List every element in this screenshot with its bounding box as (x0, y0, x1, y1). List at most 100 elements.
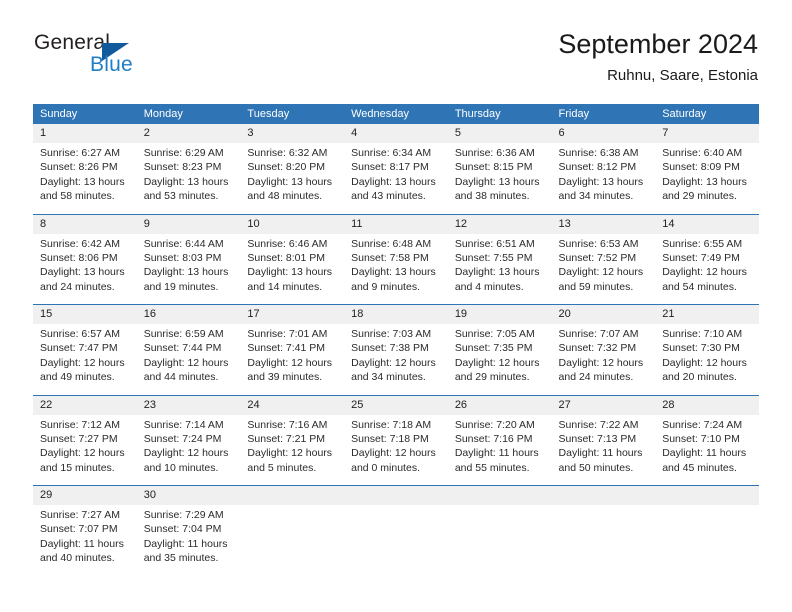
sunrise-text: Sunrise: 6:57 AM (40, 328, 120, 340)
day-cell-info[interactable]: Sunrise: 7:24 AM Sunset: 7:10 PM Dayligh… (655, 414, 759, 486)
day-cell-info[interactable]: Sunrise: 6:32 AM Sunset: 8:20 PM Dayligh… (240, 143, 345, 214)
day-cell-info[interactable]: Sunrise: 7:16 AM Sunset: 7:21 PM Dayligh… (240, 414, 345, 486)
day-cell-number[interactable]: 23 (136, 394, 241, 415)
daylight-text-line2: and 20 minutes. (662, 371, 737, 384)
day-number: 18 (351, 308, 364, 320)
daylight-text-line1: Daylight: 12 hours (558, 266, 644, 279)
calendar-page: General Blue September 2024 Ruhnu, Saare… (0, 0, 792, 612)
day-cell-number[interactable]: 10 (240, 213, 345, 234)
day-cell-info[interactable]: Sunrise: 6:27 AM Sunset: 8:26 PM Dayligh… (33, 143, 137, 214)
daylight-text-line2: and 19 minutes. (143, 280, 219, 293)
day-cell-info[interactable]: Sunrise: 6:42 AM Sunset: 8:06 PM Dayligh… (33, 233, 137, 305)
day-cell-number[interactable]: 24 (240, 394, 345, 415)
day-cell-number[interactable]: 13 (551, 213, 656, 234)
sunrise-text: Sunrise: 6:46 AM (247, 237, 328, 250)
sunset-text: Sunset: 7:24 PM (143, 432, 222, 445)
daylight-text-line2: and 5 minutes. (247, 461, 317, 474)
day-cell-number[interactable]: 1 (33, 124, 137, 143)
day-cell-number[interactable]: 12 (447, 213, 552, 234)
day-cell-info[interactable]: Sunrise: 6:34 AM Sunset: 8:17 PM Dayligh… (344, 143, 448, 214)
day-cell-info[interactable]: Sunrise: 7:12 AM Sunset: 7:27 PM Dayligh… (33, 414, 137, 486)
day-cell-info[interactable]: Sunrise: 7:29 AM Sunset: 7:04 PM Dayligh… (136, 505, 241, 576)
day-cell-info[interactable]: Sunrise: 6:46 AM Sunset: 8:01 PM Dayligh… (240, 233, 345, 305)
weekday-header-row: Sunday Monday Tuesday Wednesday Thursday… (33, 104, 759, 124)
day-cell-info[interactable]: Sunrise: 7:22 AM Sunset: 7:13 PM Dayligh… (551, 414, 656, 486)
day-number: 13 (558, 217, 571, 230)
day-cell-number[interactable]: 27 (551, 394, 656, 415)
day-cell-info[interactable]: Sunrise: 6:44 AM Sunset: 8:03 PM Dayligh… (136, 233, 241, 305)
day-cell-number[interactable]: 11 (344, 213, 448, 234)
day-cell-info[interactable]: Sunrise: 7:01 AM Sunset: 7:41 PM Dayligh… (240, 324, 345, 395)
day-cell-info[interactable]: Sunrise: 6:53 AM Sunset: 7:52 PM Dayligh… (551, 233, 656, 305)
day-cell-info[interactable]: Sunrise: 7:27 AM Sunset: 7:07 PM Dayligh… (33, 505, 137, 576)
day-cell-number[interactable]: 8 (33, 213, 137, 234)
day-cell-info[interactable]: Sunrise: 6:51 AM Sunset: 7:55 PM Dayligh… (447, 233, 552, 305)
daylight-text-line1: Daylight: 13 hours (662, 175, 747, 188)
day-cell-number[interactable]: 7 (655, 124, 759, 143)
day-cell-info[interactable]: Sunrise: 6:55 AM Sunset: 7:49 PM Dayligh… (655, 233, 759, 305)
day-number: 21 (662, 308, 675, 320)
sunset-text: Sunset: 7:35 PM (454, 342, 533, 355)
sunrise-text: Sunrise: 7:20 AM (454, 418, 535, 431)
day-cell-number[interactable]: 26 (447, 394, 552, 415)
day-cell-info[interactable]: Sunrise: 7:07 AM Sunset: 7:32 PM Dayligh… (551, 324, 656, 395)
day-cell-info[interactable]: Sunrise: 7:18 AM Sunset: 7:18 PM Dayligh… (344, 414, 448, 486)
day-cell-number[interactable]: 22 (33, 394, 137, 415)
day-cell-number[interactable]: 25 (344, 394, 448, 415)
general-blue-logo[interactable]: General Blue (34, 31, 214, 83)
day-number: 12 (454, 217, 468, 230)
sunrise-text: Sunrise: 6:44 AM (143, 237, 224, 250)
day-cell-number[interactable]: 21 (655, 304, 759, 324)
sunrise-text: Sunrise: 6:32 AM (247, 147, 328, 159)
week-2-daynumber-row: 8 9 10 11 12 13 14 (33, 213, 759, 234)
day-cell-number[interactable]: 15 (33, 304, 137, 324)
day-cell-info[interactable]: Sunrise: 6:59 AM Sunset: 7:44 PM Dayligh… (136, 324, 241, 395)
sunset-text: Sunset: 7:52 PM (558, 251, 637, 264)
day-number: 11 (351, 217, 363, 230)
week-5-daynumber-row: 29 30 (33, 485, 759, 505)
day-cell-number[interactable]: 29 (33, 485, 137, 505)
day-cell-info[interactable]: Sunrise: 7:05 AM Sunset: 7:35 PM Dayligh… (447, 324, 552, 395)
day-cell-info[interactable]: Sunrise: 6:29 AM Sunset: 8:23 PM Dayligh… (136, 143, 241, 214)
sunset-text: Sunset: 8:20 PM (247, 161, 326, 174)
sunrise-text: Sunrise: 7:07 AM (558, 328, 639, 340)
sunrise-text: Sunrise: 6:27 AM (40, 147, 120, 159)
sunset-text: Sunset: 7:38 PM (351, 342, 429, 355)
day-cell-number[interactable]: 16 (136, 304, 241, 324)
day-cell-number[interactable]: 4 (344, 124, 448, 143)
sunrise-text: Sunrise: 6:59 AM (143, 328, 224, 340)
day-cell-number[interactable]: 19 (447, 304, 552, 324)
day-cell-number[interactable]: 9 (136, 213, 241, 234)
sunset-text: Sunset: 7:07 PM (40, 523, 118, 536)
day-cell-info[interactable]: Sunrise: 6:48 AM Sunset: 7:58 PM Dayligh… (344, 233, 448, 305)
day-number: 19 (454, 308, 468, 320)
weekday-header-tuesday: Tuesday (240, 104, 345, 124)
day-cell-number-empty (655, 485, 759, 505)
day-cell-number[interactable]: 28 (655, 394, 759, 415)
sunset-text: Sunset: 7:16 PM (454, 432, 533, 445)
day-cell-info[interactable]: Sunrise: 7:10 AM Sunset: 7:30 PM Dayligh… (655, 324, 759, 395)
daylight-text-line1: Daylight: 11 hours (454, 447, 539, 460)
week-5-info-row: Sunrise: 7:27 AM Sunset: 7:07 PM Dayligh… (33, 505, 759, 576)
day-cell-info[interactable]: Sunrise: 7:20 AM Sunset: 7:16 PM Dayligh… (447, 414, 552, 486)
day-cell-info[interactable]: Sunrise: 7:14 AM Sunset: 7:24 PM Dayligh… (136, 414, 241, 486)
daylight-text-line1: Daylight: 11 hours (40, 537, 124, 550)
day-cell-number[interactable]: 3 (240, 124, 345, 143)
day-cell-info[interactable]: Sunrise: 6:40 AM Sunset: 8:09 PM Dayligh… (655, 143, 759, 214)
daylight-text-line2: and 45 minutes. (662, 461, 737, 474)
day-cell-number[interactable]: 6 (551, 124, 656, 143)
day-cell-info[interactable]: Sunrise: 6:57 AM Sunset: 7:47 PM Dayligh… (33, 324, 137, 395)
day-cell-number[interactable]: 2 (136, 124, 241, 143)
day-cell-info-empty (447, 505, 552, 576)
day-cell-number[interactable]: 30 (136, 485, 241, 505)
day-cell-number[interactable]: 14 (655, 213, 759, 234)
day-cell-number[interactable]: 5 (447, 124, 552, 143)
day-cell-number[interactable]: 17 (240, 304, 345, 324)
day-cell-info[interactable]: Sunrise: 6:36 AM Sunset: 8:15 PM Dayligh… (447, 143, 552, 214)
day-number: 27 (558, 398, 571, 411)
sunset-text: Sunset: 8:03 PM (143, 251, 222, 264)
day-cell-info[interactable]: Sunrise: 6:38 AM Sunset: 8:12 PM Dayligh… (551, 143, 656, 214)
day-cell-number[interactable]: 20 (551, 304, 656, 324)
day-cell-info[interactable]: Sunrise: 7:03 AM Sunset: 7:38 PM Dayligh… (344, 324, 448, 395)
day-cell-number[interactable]: 18 (344, 304, 448, 324)
